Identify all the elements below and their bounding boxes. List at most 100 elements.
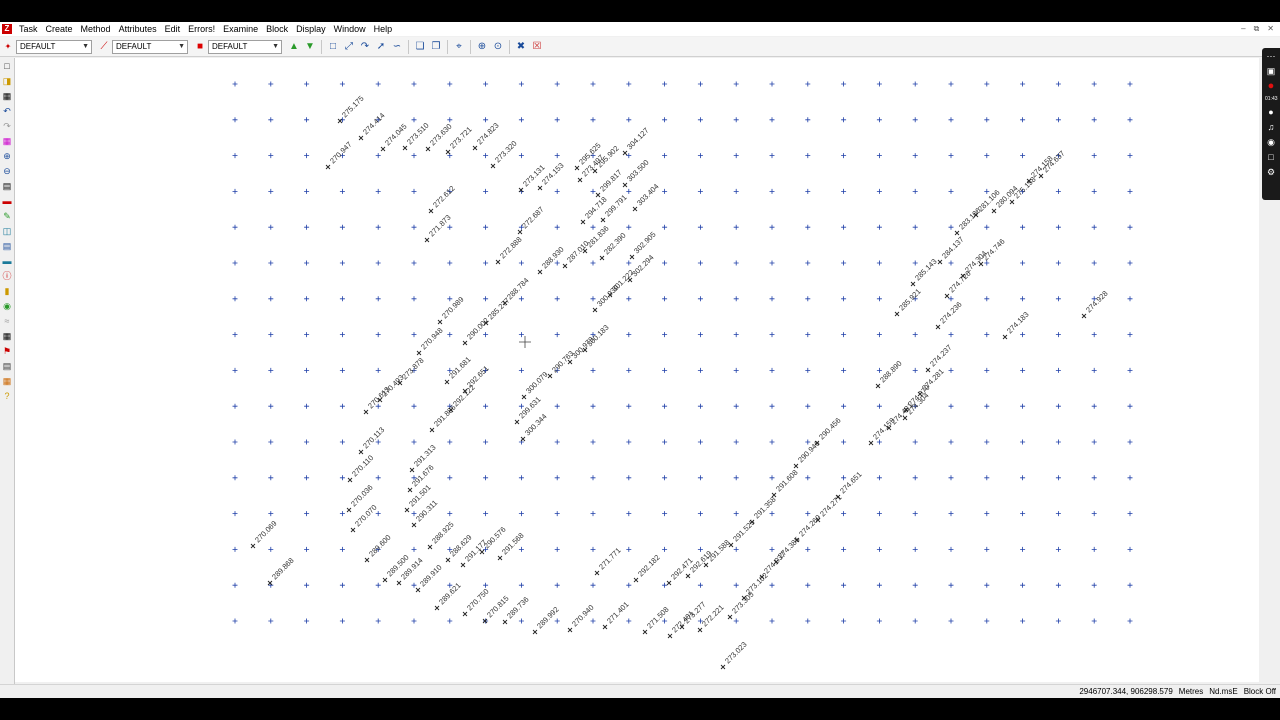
point-style-icon[interactable]: ✦ — [1, 40, 15, 54]
survey-point-marker[interactable] — [415, 587, 421, 593]
survey-point-marker[interactable] — [937, 259, 943, 265]
copy-icon[interactable]: ❏ — [413, 40, 427, 54]
drawing-canvas[interactable]: 275.175 274.414 270.947 274.045 273.510 273.6… — [15, 58, 1259, 682]
cancel-tool-icon[interactable]: ☒ — [530, 40, 544, 54]
menu-task[interactable]: Task — [15, 22, 42, 36]
survey-point-marker[interactable] — [521, 394, 527, 400]
survey-point-marker[interactable] — [1009, 199, 1015, 205]
color-select[interactable]: DEFAULT ▼ — [208, 39, 282, 54]
menu-examine[interactable]: Examine — [219, 22, 262, 36]
survey-point-marker[interactable] — [267, 580, 273, 586]
bookmark-icon[interactable]: ⚑ — [2, 346, 12, 356]
menu-edit[interactable]: Edit — [161, 22, 185, 36]
arc-icon[interactable]: ↷ — [358, 40, 372, 54]
more-icon[interactable]: ⋯ — [1265, 50, 1277, 62]
survey-point-marker[interactable] — [1002, 334, 1008, 340]
survey-point-marker[interactable] — [358, 135, 364, 141]
survey-point-marker[interactable] — [325, 164, 331, 170]
speaker-icon[interactable]: ♫ — [1265, 121, 1277, 133]
snap-icon[interactable]: ✖ — [514, 40, 528, 54]
survey-point-marker[interactable] — [532, 629, 538, 635]
survey-point-marker[interactable] — [600, 217, 606, 223]
survey-point-marker[interactable] — [434, 605, 440, 611]
survey-point-marker[interactable] — [364, 557, 370, 563]
line-style-icon[interactable]: ⟋ — [97, 40, 111, 54]
survey-point-marker[interactable] — [602, 624, 608, 630]
pencil-icon[interactable]: ✎ — [2, 211, 12, 221]
zoom-extents-icon[interactable]: ⊙ — [491, 40, 505, 54]
survey-point-marker[interactable] — [642, 629, 648, 635]
survey-point-marker[interactable] — [910, 281, 916, 287]
menu-block[interactable]: Block — [262, 22, 292, 36]
calculator-icon[interactable]: ▦ — [2, 331, 12, 341]
survey-point-marker[interactable] — [697, 627, 703, 633]
survey-point-marker[interactable] — [460, 562, 466, 568]
survey-point-marker[interactable] — [429, 427, 435, 433]
survey-point-marker[interactable] — [425, 146, 431, 152]
minimize-icon[interactable]: – — [1241, 22, 1245, 36]
info-icon[interactable]: ⓘ — [2, 271, 12, 281]
redo-icon[interactable]: ↷ — [2, 121, 12, 131]
survey-point-marker[interactable] — [445, 557, 451, 563]
survey-point-marker[interactable] — [416, 350, 422, 356]
survey-point-marker[interactable] — [622, 150, 628, 156]
menu-errors[interactable]: Errors! — [184, 22, 219, 36]
survey-point-marker[interactable] — [495, 259, 501, 265]
view-icon[interactable]: ◫ — [2, 226, 12, 236]
survey-point-marker[interactable] — [667, 633, 673, 639]
survey-point-marker[interactable] — [633, 577, 639, 583]
survey-point-marker[interactable] — [462, 340, 468, 346]
menu-help[interactable]: Help — [370, 22, 397, 36]
new-file-icon[interactable]: □ — [2, 61, 12, 71]
survey-point-marker[interactable] — [875, 383, 881, 389]
survey-point-marker[interactable] — [250, 543, 256, 549]
contour-icon[interactable]: ≈ — [2, 316, 12, 326]
survey-point-marker[interactable] — [396, 580, 402, 586]
survey-point-marker[interactable] — [445, 149, 451, 155]
window-icon[interactable]: □ — [1265, 151, 1277, 163]
survey-point-marker[interactable] — [411, 522, 417, 528]
survey-point-marker[interactable] — [666, 580, 672, 586]
survey-point-marker[interactable] — [382, 577, 388, 583]
survey-point-marker[interactable] — [592, 307, 598, 313]
survey-point-marker[interactable] — [599, 255, 605, 261]
survey-point-marker[interactable] — [437, 319, 443, 325]
survey-point-marker[interactable] — [462, 611, 468, 617]
table-icon[interactable]: ▬ — [2, 256, 12, 266]
survey-point-marker[interactable] — [954, 230, 960, 236]
surface-icon[interactable]: ◉ — [2, 301, 12, 311]
survey-point-marker[interactable] — [632, 206, 638, 212]
menu-display[interactable]: Display — [292, 22, 330, 36]
survey-point-marker[interactable] — [520, 436, 526, 442]
survey-point-marker[interactable] — [358, 449, 364, 455]
open-folder-icon[interactable]: ◨ — [2, 76, 12, 86]
survey-point-marker[interactable] — [685, 573, 691, 579]
profile-icon[interactable]: ▤ — [2, 241, 12, 251]
highlight-icon[interactable]: ▮ — [2, 286, 12, 296]
survey-point-marker[interactable] — [868, 440, 874, 446]
survey-point-marker[interactable] — [925, 367, 931, 373]
menu-attributes[interactable]: Attributes — [115, 22, 161, 36]
polyline-icon[interactable]: ⤢ — [342, 40, 356, 54]
settings-gear-icon[interactable]: ⚙ — [1265, 166, 1277, 178]
survey-point-marker[interactable] — [347, 477, 353, 483]
survey-point-marker[interactable] — [793, 463, 799, 469]
survey-point-marker[interactable] — [346, 507, 352, 513]
grid-icon[interactable]: ▦ — [2, 136, 12, 146]
close-icon[interactable]: ✕ — [1267, 22, 1274, 36]
survey-point-marker[interactable] — [562, 263, 568, 269]
measure-icon[interactable]: ⌖ — [452, 40, 466, 54]
survey-point-marker[interactable] — [350, 527, 356, 533]
restore-icon[interactable]: ⧉ — [1254, 22, 1260, 36]
survey-point-marker[interactable] — [444, 379, 450, 385]
survey-point-marker[interactable] — [580, 219, 586, 225]
select-box-icon[interactable]: □ — [326, 40, 340, 54]
menu-window[interactable]: Window — [330, 22, 370, 36]
webcam-icon[interactable]: ◉ — [1265, 136, 1277, 148]
survey-point-marker[interactable] — [720, 664, 726, 670]
help-icon[interactable]: ? — [2, 391, 12, 401]
survey-point-marker[interactable] — [424, 237, 430, 243]
survey-point-marker[interactable] — [944, 293, 950, 299]
survey-point-marker[interactable] — [622, 182, 628, 188]
layer-down-icon[interactable]: ▼ — [303, 40, 317, 54]
